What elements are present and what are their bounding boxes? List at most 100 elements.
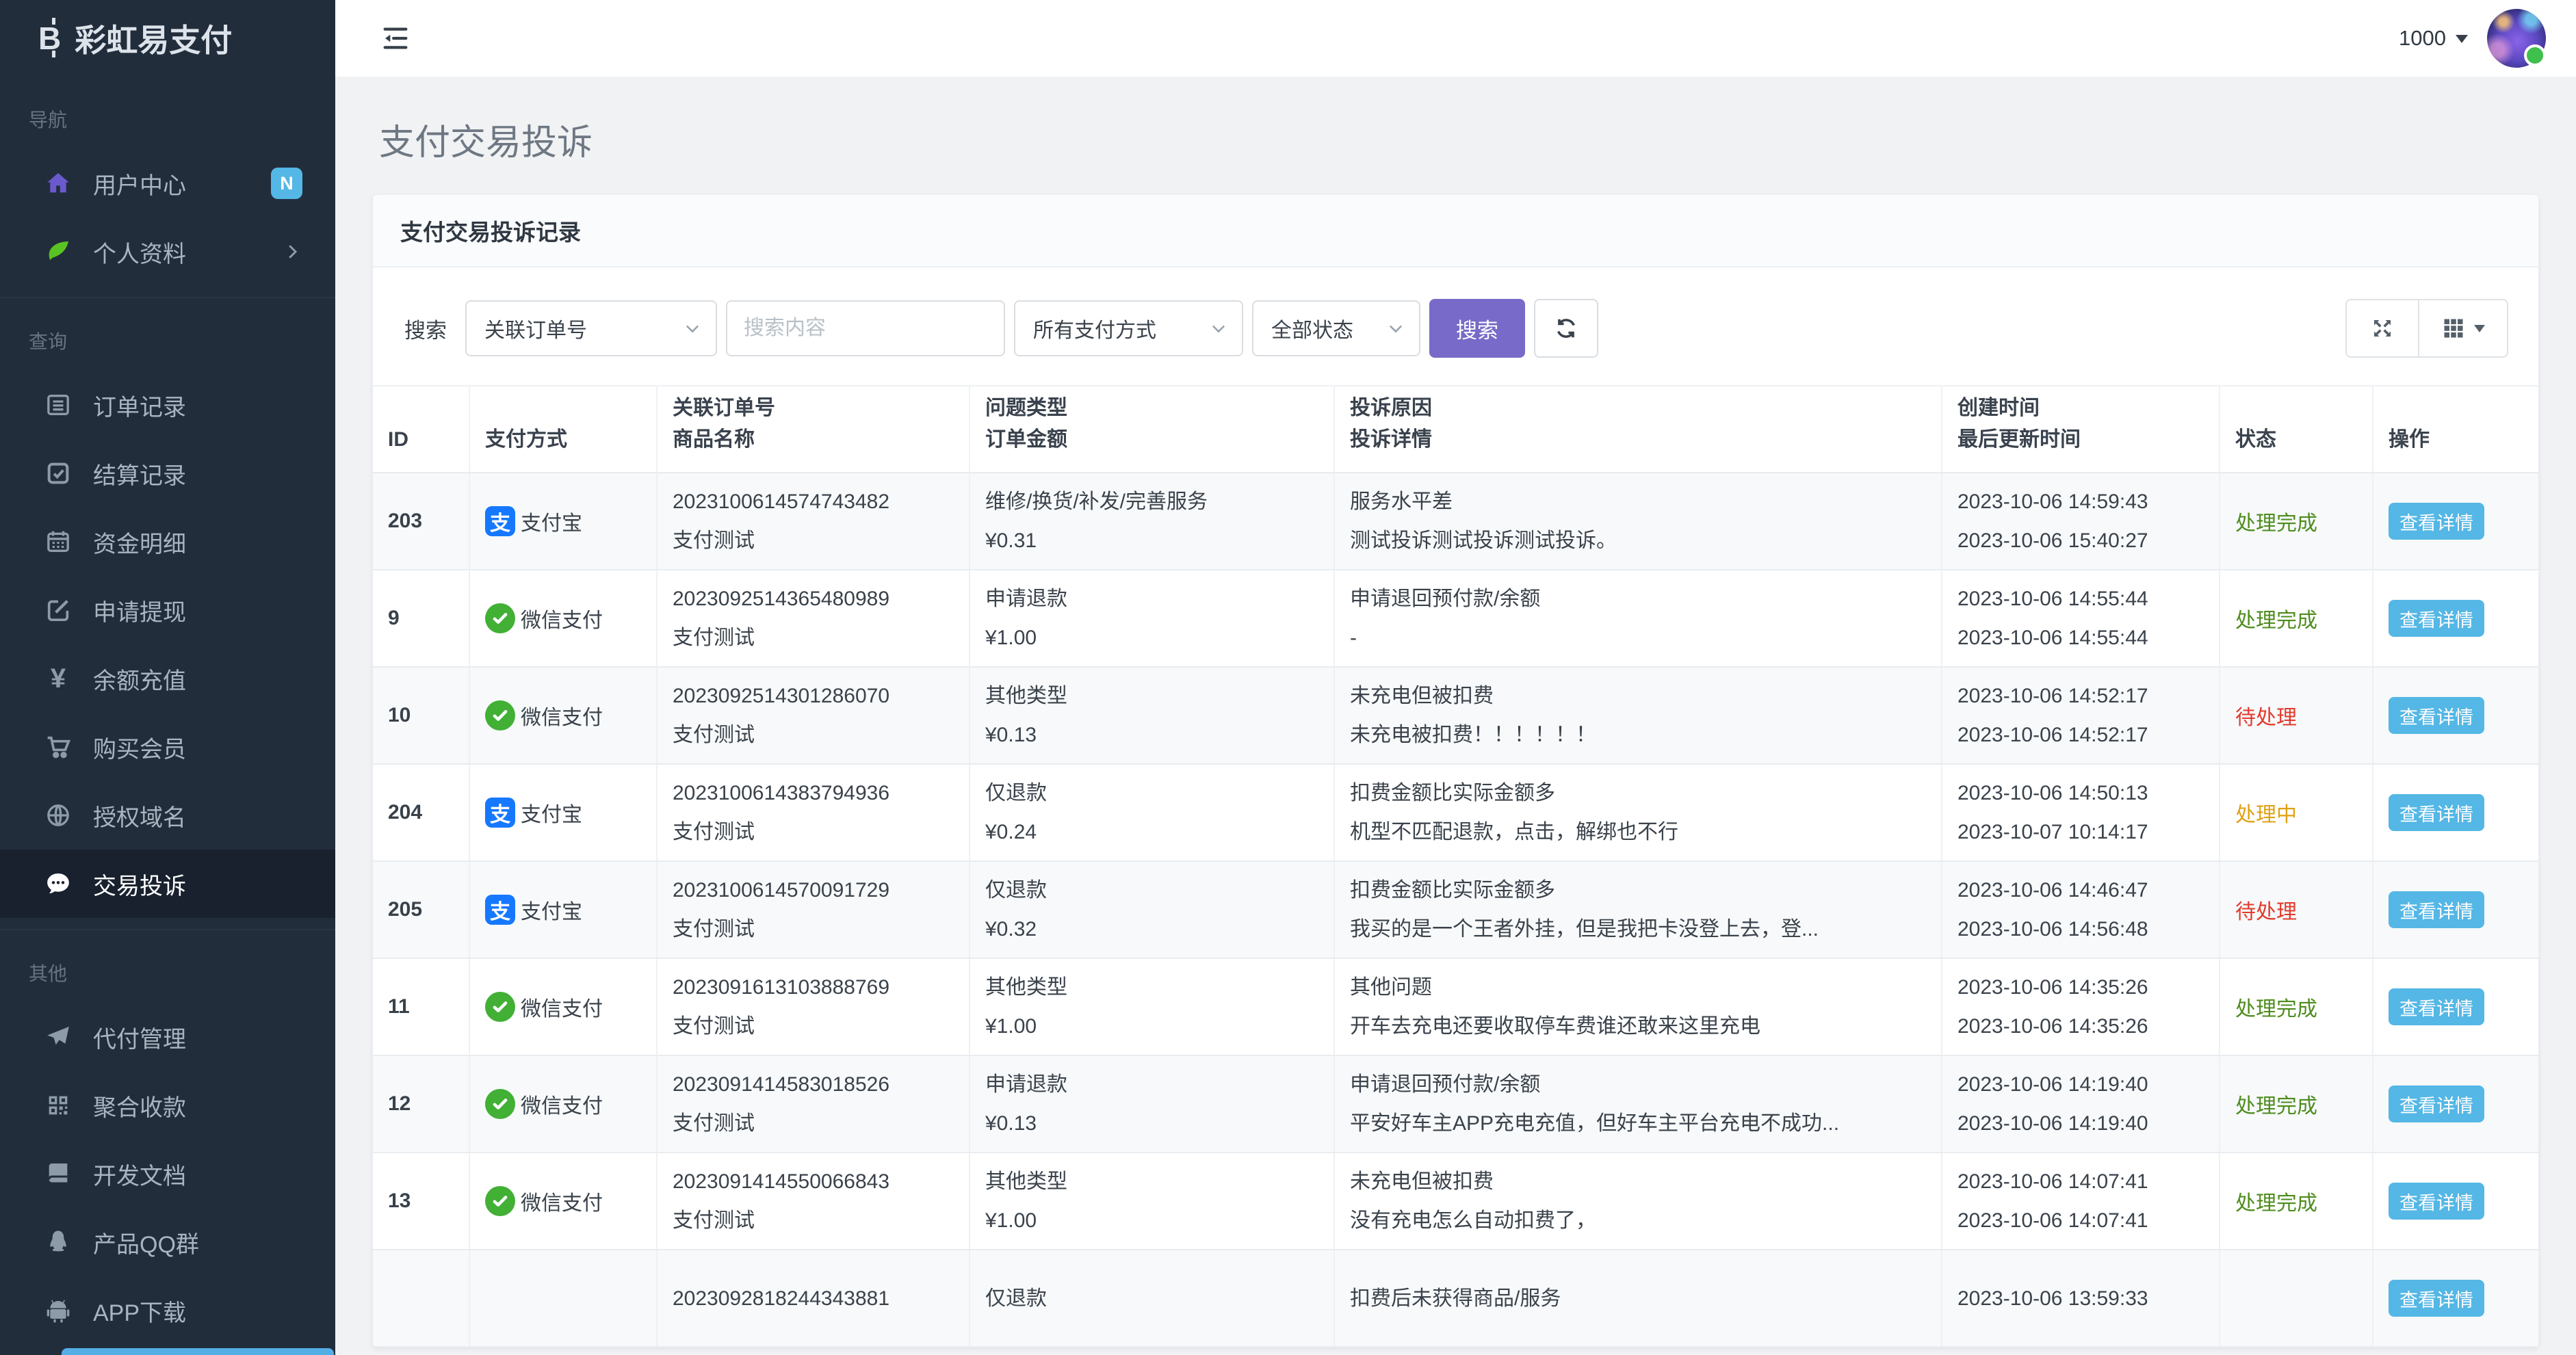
columns-toggle-button[interactable] [2418,299,2508,358]
cell-reason: 服务水平差测试投诉测试投诉测试投诉。 [1335,473,1942,569]
cell-payment-method: 微信支付 [470,570,658,666]
sidebar-item-buy-membership[interactable]: 购买会员 [0,713,335,781]
sidebar-item-label: 余额充值 [93,662,186,696]
cell-payment-method [470,1250,658,1346]
fullscreen-button[interactable] [2345,299,2419,358]
status-select[interactable]: 全部状态 [1252,300,1420,356]
sidebar-item-aggregate-collection[interactable]: 聚合收款 [0,1071,335,1140]
sidebar-item-user-center[interactable]: 用户中心N [0,149,335,218]
sidebar-item-order-records[interactable]: 订单记录 [0,371,335,439]
sidebar-item-withdraw-apply[interactable]: 申请提现 [0,576,335,644]
status-badge: 处理完成 [2235,1089,2317,1119]
avatar[interactable] [2487,9,2546,68]
sidebar-item-fund-details[interactable]: 资金明细 [0,508,335,576]
sidebar-item-payout-management[interactable]: 代付管理 [0,1003,335,1071]
sidebar-item-dev-docs[interactable]: 开发文档 [0,1140,335,1208]
list-icon [42,389,74,421]
table-row: 204支支付宝2023100614383794936支付测试仅退款¥0.24扣费… [373,765,2538,862]
cell-id: 203 [373,473,470,569]
refresh-icon [1554,316,1578,341]
online-status-dot [2524,44,2546,66]
sidebar-item-label: 个人资料 [93,235,186,269]
comment-icon [42,868,74,899]
pay-method-select[interactable]: 所有支付方式 [1014,300,1243,356]
sidebar-item-label: 授权域名 [93,799,186,832]
topbar-right: 1000 [2399,9,2557,68]
sidebar-item-profile[interactable]: 个人资料 [0,218,335,286]
cell-reason: 申请退回预付款/余额- [1335,570,1942,666]
status-badge: 处理完成 [2235,1186,2317,1216]
edit-icon [42,594,74,626]
cell-payment-method: 支支付宝 [470,765,658,860]
calendar-icon [42,526,74,557]
cell-actions: 查看详情 [2373,668,2538,763]
sidebar-item-settlement-records[interactable]: 结算记录 [0,439,335,508]
sidebar-item-label: 购买会员 [93,731,186,764]
bitcoin-icon: B [38,23,61,54]
leaf-icon [42,236,74,267]
sidebar-item-authorized-domains[interactable]: 授权域名 [0,781,335,850]
sidebar-item-label: 申请提现 [93,594,186,627]
sidebar-bottom-partial-item[interactable] [62,1348,334,1355]
sidebar-section-label: 其他 [0,930,335,1003]
complaints-table: ID支付方式关联订单号商品名称问题类型订单金额投诉原因投诉详情创建时间最后更新时… [373,385,2538,1347]
status-badge: 待处理 [2235,700,2297,731]
cell-actions: 查看详情 [2373,862,2538,958]
sidebar-item-label: 资金明细 [93,525,186,559]
cell-payment-method: 微信支付 [470,959,658,1055]
yen-icon: ¥ [42,663,74,694]
sidebar-item-label: 结算记录 [93,457,186,490]
view-details-button[interactable]: 查看详情 [2389,1183,2484,1220]
cell-reason: 其他问题开车去充电还要收取停车费谁还敢来这里充电 [1335,959,1942,1055]
chevron-right-icon [282,241,302,262]
brand-title: 彩虹易支付 [75,16,232,61]
sidebar-section: 查询订单记录结算记录资金明细申请提现¥余额充值购买会员授权域名交易投诉 [0,297,335,922]
table-row: 2023092818244343881仅退款扣费后未获得商品/服务2023-10… [373,1250,2538,1347]
table-row: 10微信支付2023092514301286070支付测试其他类型¥0.13未充… [373,668,2538,765]
alipay-icon: 支 [485,798,515,828]
sidebar-item-product-qq-group[interactable]: 产品QQ群 [0,1208,335,1276]
book-icon [42,1158,74,1189]
search-button[interactable]: 搜索 [1429,299,1525,358]
chevron-down-icon [1386,319,1405,338]
status-badge: 处理完成 [2235,506,2317,536]
cell-actions: 查看详情 [2373,473,2538,569]
sidebar-item-label: 产品QQ群 [93,1226,199,1259]
cell-time: 2023-10-06 14:07:412023-10-06 14:07:41 [1942,1153,2220,1249]
cell-order: 2023100614574743482支付测试 [658,473,970,569]
sidebar-fold-icon[interactable] [376,19,415,57]
search-input[interactable] [726,300,1005,356]
cell-order: 2023091613103888769支付测试 [658,959,970,1055]
wechat-pay-icon [485,1089,515,1119]
card-title: 支付交易投诉记录 [400,214,581,247]
view-details-button[interactable]: 查看详情 [2389,988,2484,1025]
main-area: 1000 支付交易投诉 支付交易投诉记录 搜索 关联订单号 [335,0,2576,1355]
view-details-button[interactable]: 查看详情 [2389,891,2484,928]
cell-reason: 扣费金额比实际金额多机型不匹配退款，点击，解绑也不行 [1335,765,1942,860]
table-header-row: ID支付方式关联订单号商品名称问题类型订单金额投诉原因投诉详情创建时间最后更新时… [373,385,2538,473]
refresh-button[interactable] [1534,299,1598,358]
view-details-button[interactable]: 查看详情 [2389,1280,2484,1317]
cell-status: 处理完成 [2220,1153,2373,1249]
sidebar-item-balance-recharge[interactable]: ¥ 余额充值 [0,644,335,713]
cell-issue: 申请退款¥1.00 [970,570,1335,666]
view-details-button[interactable]: 查看详情 [2389,503,2484,540]
status-badge: 处理中 [2235,798,2297,828]
search-field-select[interactable]: 关联订单号 [465,300,717,356]
sidebar-item-transaction-complaints[interactable]: 交易投诉 [0,850,335,918]
view-details-button[interactable]: 查看详情 [2389,1086,2484,1122]
view-details-button[interactable]: 查看详情 [2389,697,2484,734]
cell-id: 12 [373,1056,470,1152]
cell-order: 2023092514365480989支付测试 [658,570,970,666]
cell-reason: 未充电但被扣费未充电被扣费！！！！！！ [1335,668,1942,763]
sidebar-section: 导航用户中心N个人资料 [0,77,335,290]
cell-issue: 维修/换货/补发/完善服务¥0.31 [970,473,1335,569]
cart-icon [42,731,74,763]
sidebar: B 彩虹易支付 导航用户中心N个人资料查询订单记录结算记录资金明细申请提现¥余额… [0,0,335,1355]
view-details-button[interactable]: 查看详情 [2389,794,2484,831]
sidebar-item-label: 聚合收款 [93,1089,186,1122]
cell-actions: 查看详情 [2373,959,2538,1055]
merchant-id-dropdown[interactable]: 1000 [2399,26,2468,51]
sidebar-item-app-download[interactable]: APP下载 [0,1276,335,1345]
view-details-button[interactable]: 查看详情 [2389,600,2484,637]
